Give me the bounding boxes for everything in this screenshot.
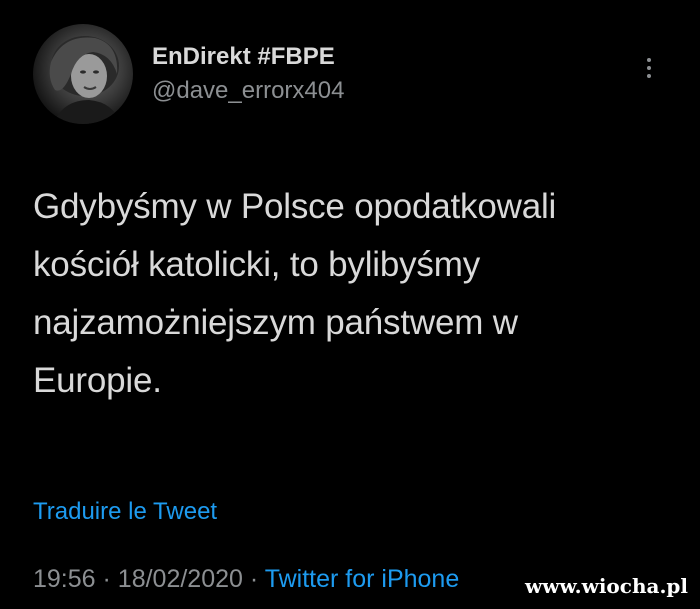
tweet-card: EnDirekt #FBPE @dave_errorx404 Gdybyśmy … [0, 0, 700, 609]
tweet-text-line: Europie. [33, 361, 162, 400]
site-watermark: www.wiocha.pl [525, 574, 688, 598]
tweet-time[interactable]: 19:56 [33, 565, 96, 593]
meta-separator: · [249, 565, 259, 593]
meta-separator: · [102, 565, 111, 593]
avatar-image [49, 36, 121, 124]
tweet-text-line: najzamożniejszym państwem w [33, 303, 518, 342]
display-name[interactable]: EnDirekt #FBPE [152, 40, 344, 74]
tweet-text-line: Gdybyśmy w Polsce opodatkowali [33, 187, 557, 226]
avatar[interactable] [33, 24, 133, 124]
user-handle[interactable]: @dave_errorx404 [152, 74, 344, 108]
tweet-source-link[interactable]: Twitter for iPhone [265, 565, 460, 593]
tweet-text-line: kościół katolicki, to bylibyśmy [33, 245, 480, 284]
more-options-icon[interactable] [613, 54, 653, 94]
translate-tweet-link[interactable]: Traduire le Tweet [33, 496, 217, 528]
user-names: EnDirekt #FBPE @dave_errorx404 [152, 40, 344, 108]
tweet-date[interactable]: 18/02/2020 [118, 565, 243, 593]
tweet-text: Gdybyśmy w Polsce opodatkowali kościół k… [33, 178, 683, 410]
more-dot [647, 66, 651, 70]
more-dot [647, 74, 651, 78]
more-dot [647, 58, 651, 62]
tweet-meta: 19:56 · 18/02/2020 · Twitter for iPhone [33, 561, 459, 597]
tweet-header: EnDirekt #FBPE @dave_errorx404 [33, 24, 653, 128]
